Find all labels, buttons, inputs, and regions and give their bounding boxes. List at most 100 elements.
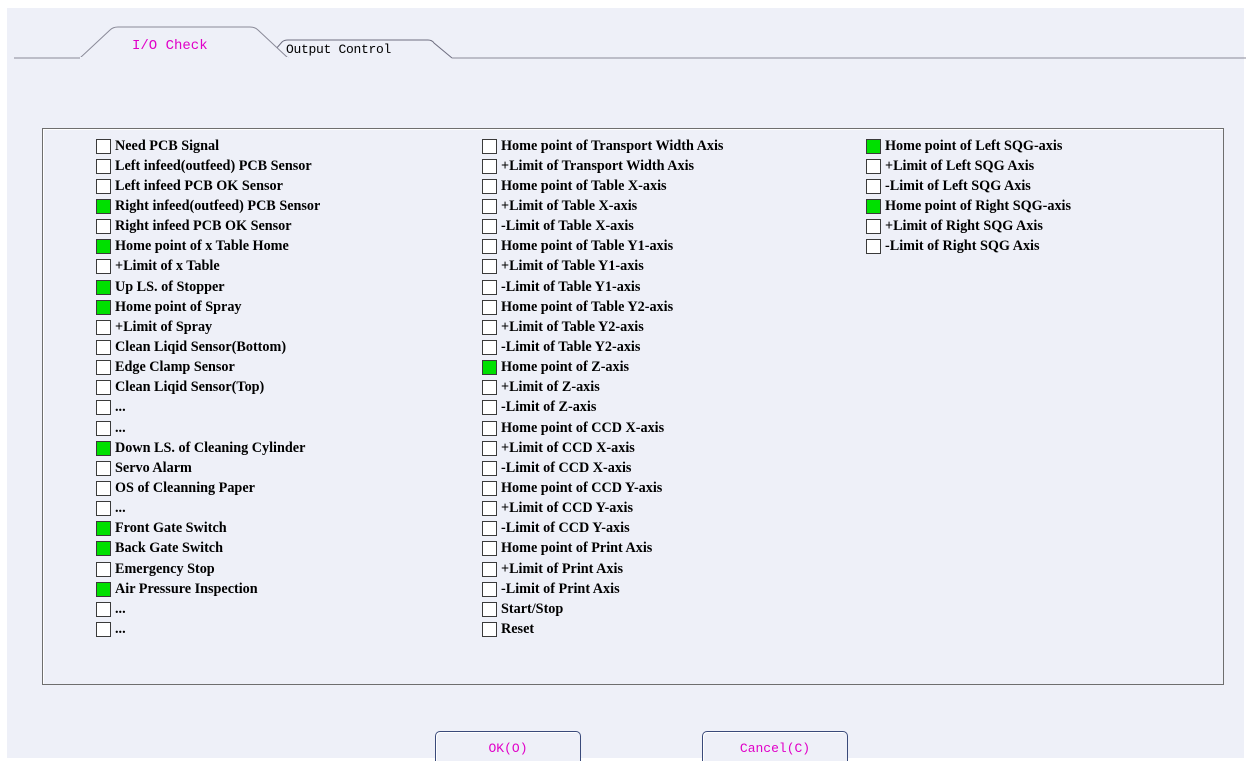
io-status-indicator [866,138,881,154]
io-item-label: Home point of Table Y2-axis [501,298,674,315]
io-item-label: Left infeed PCB OK Sensor [115,177,283,194]
io-item-label: -Limit of Z-axis [501,399,597,416]
io-status-indicator [96,400,111,416]
io-item-label: Servo Alarm [115,459,192,476]
io-item-label: -Limit of Table Y1-axis [501,278,641,295]
io-item: Start/Stop [482,599,723,619]
io-item-label: -Limit of CCD Y-axis [501,520,630,537]
io-item: -Limit of Z-axis [482,398,723,418]
io-item: Up LS. of Stopper [96,277,320,297]
io-item: Reset [482,619,723,639]
io-item-label: Air Pressure Inspection [115,580,258,597]
io-status-indicator [482,339,497,355]
io-item: +Limit of Table Y1-axis [482,257,723,277]
io-status-indicator [866,158,881,174]
io-item: +Limit of Right SQG Axis [866,217,1071,237]
io-item: ... [96,599,320,619]
io-status-indicator [96,198,111,214]
io-item-label: +Limit of Left SQG Axis [885,157,1035,174]
io-status-indicator [96,460,111,476]
io-item: ... [96,619,320,639]
io-status-indicator [482,138,497,154]
io-status-indicator [96,339,111,355]
io-item: Back Gate Switch [96,539,320,559]
io-item: Need PCB Signal [96,136,320,156]
io-item-label: +Limit of CCD Y-axis [501,500,633,517]
io-item-label: Back Gate Switch [115,540,223,557]
io-item-label: Right infeed PCB OK Sensor [115,218,292,235]
io-status-indicator [96,420,111,436]
io-status-indicator [96,138,111,154]
ok-button[interactable]: OK(O) [435,731,581,761]
io-item: Home point of Transport Width Axis [482,136,723,156]
io-item: Home point of Print Axis [482,539,723,559]
io-item-label: +Limit of Table Y1-axis [501,258,644,275]
io-item-label: Right infeed(outfeed) PCB Sensor [115,197,321,214]
io-status-indicator [482,521,497,537]
io-item-label: Home point of Right SQG-axis [885,197,1072,214]
io-item-label: Home point of x Table Home [115,238,289,255]
io-item-label: +Limit of x Table [115,258,220,275]
io-item: +Limit of Print Axis [482,559,723,579]
io-status-indicator [866,198,881,214]
io-item: +Limit of Z-axis [482,378,723,398]
io-item: Home point of Table X-axis [482,176,723,196]
io-item: +Limit of x Table [96,257,320,277]
io-item-label: -Limit of Left SQG Axis [885,177,1031,194]
io-item: +Limit of Spray [96,317,320,337]
io-item-label: Home point of Left SQG-axis [885,137,1063,154]
io-item-label: ... [115,620,126,637]
io-item: +Limit of CCD X-axis [482,438,723,458]
io-status-indicator [482,621,497,637]
io-item-label: Down LS. of Cleaning Cylinder [115,439,306,456]
io-status-indicator [96,279,111,295]
io-status-indicator [96,581,111,597]
io-status-indicator [482,420,497,436]
io-status-indicator [96,380,111,396]
io-item-label: +Limit of Z-axis [501,379,600,396]
io-status-indicator [482,279,497,295]
io-item: -Limit of Right SQG Axis [866,237,1071,257]
io-status-indicator [96,601,111,617]
io-item-label: Left infeed(outfeed) PCB Sensor [115,157,312,174]
io-status-indicator [96,259,111,275]
tab-output-control[interactable]: Output Control [286,42,391,57]
io-item-label: ... [115,399,126,416]
io-item: -Limit of Table X-axis [482,217,723,237]
io-status-indicator [482,380,497,396]
io-item-label: -Limit of CCD X-axis [501,459,632,476]
io-item: Right infeed PCB OK Sensor [96,217,320,237]
io-item-label: Front Gate Switch [115,520,227,537]
io-item-label: Clean Liqid Sensor(Top) [115,379,265,396]
io-item: Down LS. of Cleaning Cylinder [96,438,320,458]
io-item: Home point of Table Y1-axis [482,237,723,257]
io-item-label: +Limit of Table Y2-axis [501,318,644,335]
io-item: -Limit of Table Y1-axis [482,277,723,297]
io-status-indicator [482,440,497,456]
io-item-label: Home point of Spray [115,298,242,315]
io-item-label: +Limit of Spray [115,318,213,335]
io-item-label: Home point of CCD X-axis [501,419,665,436]
io-item: -Limit of Table Y2-axis [482,337,723,357]
io-item: +Limit of Transport Width Axis [482,156,723,176]
io-status-indicator [482,480,497,496]
io-item: +Limit of CCD Y-axis [482,499,723,519]
io-item-label: Start/Stop [501,600,564,617]
io-item-label: Home point of CCD Y-axis [501,479,663,496]
io-status-indicator [482,460,497,476]
io-item: Home point of Table Y2-axis [482,297,723,317]
io-status-indicator [482,198,497,214]
io-item: ... [96,398,320,418]
io-status-indicator [96,521,111,537]
io-item: OS of Cleanning Paper [96,478,320,498]
tab-io-check[interactable]: I/O Check [132,38,208,54]
io-item-label: Up LS. of Stopper [115,278,225,295]
io-status-indicator [96,360,111,376]
cancel-button[interactable]: Cancel(C) [702,731,848,761]
io-item-label: Clean Liqid Sensor(Bottom) [115,338,287,355]
io-item: Clean Liqid Sensor(Top) [96,378,320,398]
io-item-label: Home point of Transport Width Axis [501,137,724,154]
io-item: Servo Alarm [96,458,320,478]
io-status-indicator [482,360,497,376]
io-status-indicator [96,440,111,456]
